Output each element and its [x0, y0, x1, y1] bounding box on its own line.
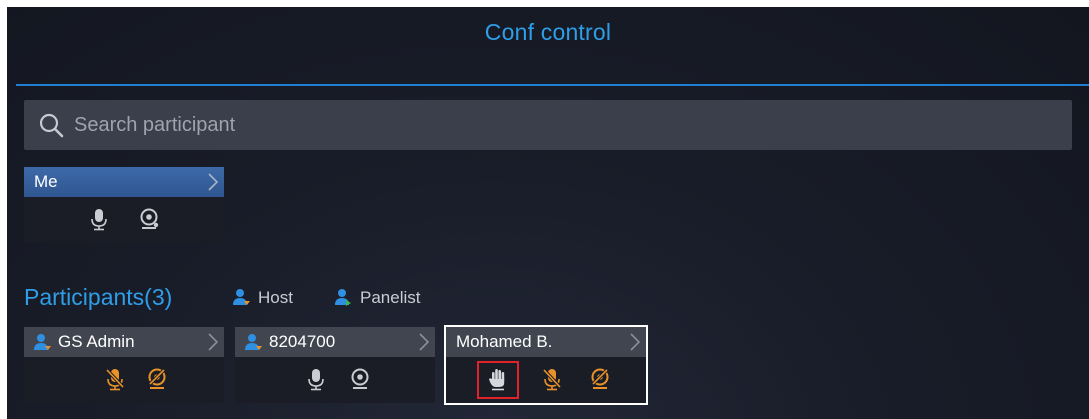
legend-panelist-label: Panelist [360, 288, 421, 307]
camera-disabled-icon[interactable] [589, 367, 611, 391]
microphone-icon[interactable] [305, 367, 327, 391]
host-person-icon [233, 289, 250, 305]
search-input[interactable] [74, 100, 1034, 150]
participant-card-header[interactable]: Mohamed B. [446, 327, 646, 357]
participant-card-header[interactable]: 8204700 [235, 327, 435, 357]
participant-controls [235, 357, 435, 403]
host-person-icon [245, 334, 262, 350]
me-card-header[interactable]: Me [24, 167, 224, 197]
page-title: Conf control [484, 19, 612, 45]
search-icon [39, 113, 64, 138]
chevron-right-icon[interactable] [206, 332, 220, 352]
legend-panelist: Panelist [334, 288, 444, 308]
me-card-controls [24, 197, 224, 243]
me-card[interactable]: Me [24, 167, 224, 243]
participant-name: Mohamed B. [456, 332, 553, 351]
legend-host-label: Host [258, 288, 293, 307]
title-divider [16, 84, 1089, 86]
host-person-icon [34, 334, 51, 350]
search-bar[interactable] [24, 100, 1072, 150]
panelist-person-icon [335, 289, 351, 306]
participant-card-selected[interactable]: Mohamed B. [444, 325, 648, 405]
chevron-right-icon[interactable] [417, 332, 431, 352]
participant-card[interactable]: GS Admin [24, 327, 224, 403]
camera-disabled-icon[interactable] [146, 367, 168, 391]
microphone-icon[interactable] [88, 207, 110, 231]
chevron-right-icon[interactable] [206, 172, 220, 192]
participant-controls [446, 357, 646, 403]
participant-card-header[interactable]: GS Admin [24, 327, 224, 357]
camera-icon[interactable] [349, 367, 371, 391]
me-name: Me [34, 172, 58, 191]
participant-name: 8204700 [269, 332, 336, 351]
participant-name: GS Admin [58, 332, 135, 351]
mic-muted-icon[interactable] [541, 367, 563, 391]
camera-icon[interactable] [138, 207, 160, 231]
chevron-right-icon[interactable] [628, 332, 642, 352]
conf-control-screen: Conf control Me [7, 7, 1089, 419]
legend-host: Host [232, 288, 312, 308]
participant-card[interactable]: 8204700 [235, 327, 435, 403]
participants-label: Participants(3) [24, 284, 173, 310]
participant-controls [24, 357, 224, 403]
raise-hand-icon[interactable] [487, 367, 509, 391]
mic-muted-icon[interactable] [104, 367, 126, 391]
